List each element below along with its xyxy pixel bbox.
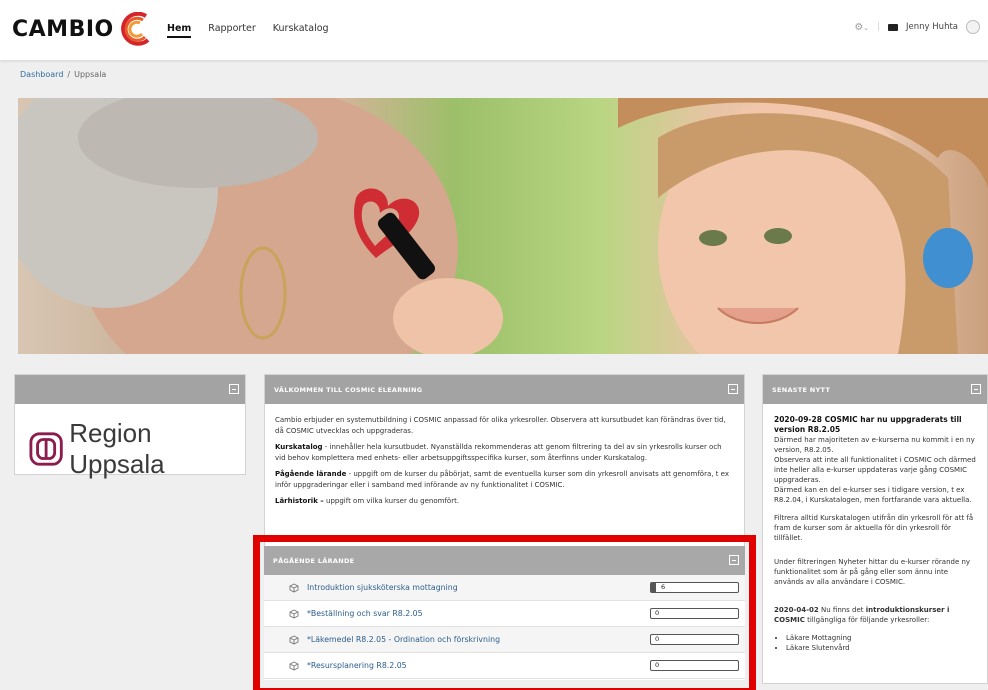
cube-icon bbox=[289, 583, 299, 593]
region-name: Region Uppsala bbox=[69, 418, 165, 479]
news-body: 2020-09-28 COSMIC har nu uppgraderats ti… bbox=[763, 404, 987, 653]
news-text: Därmed kan en del e-kurser ses i tidigar… bbox=[774, 486, 972, 504]
news-text: tillgängliga för följande yrkesroller: bbox=[804, 616, 930, 624]
ongoing-learning-header: PÅGÅENDE LÄRANDE bbox=[264, 546, 745, 575]
bold-term: Kurskatalog bbox=[275, 443, 323, 451]
ongoing-learning-block: PÅGÅENDE LÄRANDE Introduktion sjuksköter… bbox=[264, 546, 745, 680]
paragraph-text: uppgift om vilka kurser du genomfört. bbox=[323, 497, 460, 505]
welcome-paragraph: Lärhistorik – uppgift om vilka kurser du… bbox=[275, 496, 734, 507]
news-text: Därmed har majoriteten av e-kurserna nu … bbox=[774, 436, 975, 454]
logo-text: CAMBIO bbox=[12, 16, 114, 42]
cube-icon bbox=[289, 635, 299, 645]
bold-term: Lärhistorik – bbox=[275, 497, 324, 505]
list-item: Läkare Slutenvård bbox=[786, 643, 977, 653]
avatar[interactable] bbox=[966, 20, 980, 34]
collapse-icon[interactable] bbox=[728, 384, 738, 394]
course-link[interactable]: Introduktion sjuksköterska mottagning bbox=[307, 583, 458, 592]
progress-value: 0 bbox=[655, 635, 660, 643]
welcome-paragraph: Pågående lärande - uppgift om de kurser … bbox=[275, 469, 734, 491]
course-list: Introduktion sjuksköterska mottagning 6 … bbox=[264, 575, 745, 679]
divider: | bbox=[877, 22, 881, 32]
region-block: Region Uppsala bbox=[14, 374, 246, 479]
hero-illustration bbox=[18, 98, 988, 354]
course-link[interactable]: *Resursplanering R8.2.05 bbox=[307, 661, 407, 670]
news-block-header: SENASTE NYTT bbox=[763, 375, 987, 404]
user-menu-area: ⚙⌄ | Jenny Huhta bbox=[854, 20, 980, 34]
paragraph-text: - innehåller hela kursutbudet. Nyanställ… bbox=[275, 443, 722, 462]
collapse-icon[interactable] bbox=[229, 384, 239, 394]
cube-icon bbox=[289, 609, 299, 619]
course-row: *Beställning och svar R8.2.05 0 bbox=[264, 601, 745, 627]
progress-value: 6 bbox=[661, 583, 666, 591]
news-block: SENASTE NYTT 2020-09-28 COSMIC har nu up… bbox=[762, 374, 988, 684]
news-title: SENASTE NYTT bbox=[772, 385, 831, 394]
welcome-title: VÄLKOMMEN TILL COSMIC ELEARNING bbox=[274, 385, 423, 394]
news-date: 2020-04-02 bbox=[774, 606, 819, 614]
news-text: Observera att inte all funktionalitet i … bbox=[774, 456, 976, 484]
bold-term: Pågående lärande bbox=[275, 470, 347, 478]
progress-value: 0 bbox=[655, 609, 660, 617]
welcome-intro: Cambio erbjuder en systemutbildning i CO… bbox=[275, 416, 726, 435]
collapse-icon[interactable] bbox=[971, 384, 981, 394]
progress-fill bbox=[651, 583, 657, 592]
news-text: Nu finns det bbox=[818, 606, 866, 614]
ongoing-learning-title: PÅGÅENDE LÄRANDE bbox=[273, 556, 355, 565]
mail-icon[interactable] bbox=[888, 23, 899, 31]
breadcrumb-dashboard[interactable]: Dashboard bbox=[20, 70, 63, 79]
nav-reports[interactable]: Rapporter bbox=[208, 23, 255, 38]
welcome-paragraph: Kurskatalog - innehåller hela kursutbude… bbox=[275, 442, 734, 464]
region-block-header bbox=[15, 375, 245, 404]
region-uppsala-emblem bbox=[29, 432, 63, 466]
course-row: *Läkemedel R8.2.05 - Ordination och förs… bbox=[264, 627, 745, 653]
news-text: Filtrera alltid Kurskatalogen utifrån di… bbox=[774, 514, 974, 542]
course-row: Introduktion sjuksköterska mottagning 6 bbox=[264, 575, 745, 601]
course-link[interactable]: *Beställning och svar R8.2.05 bbox=[307, 609, 423, 618]
welcome-body: Cambio erbjuder en systemutbildning i CO… bbox=[265, 404, 744, 507]
cambio-logo[interactable]: CAMBIO bbox=[12, 11, 154, 47]
news-text: Under filtreringen Nyheter hittar du e-k… bbox=[774, 558, 971, 586]
user-name[interactable]: Jenny Huhta bbox=[906, 22, 958, 32]
role-list: Läkare Mottagning Läkare Slutenvård bbox=[786, 633, 977, 653]
main-nav: Hem Rapporter Kurskatalog bbox=[167, 23, 329, 38]
course-link[interactable]: *Läkemedel R8.2.05 - Ordination och förs… bbox=[307, 635, 500, 644]
hero-image bbox=[18, 98, 988, 354]
collapse-icon[interactable] bbox=[729, 555, 739, 565]
news-item: 2020-04-02 Nu finns det introduktionskur… bbox=[774, 605, 977, 625]
news-item: 2020-09-28 COSMIC har nu uppgraderats ti… bbox=[774, 415, 977, 505]
breadcrumb-separator: / bbox=[67, 70, 71, 79]
breadcrumb-current: Uppsala bbox=[74, 70, 107, 79]
progress-value: 0 bbox=[655, 661, 660, 669]
top-navbar: CAMBIO Hem Rapporter Kurskatalog ⚙⌄ | Je… bbox=[0, 0, 988, 60]
progress-bar: 6 bbox=[650, 582, 739, 593]
news-item-title: 2020-09-28 COSMIC har nu uppgraderats ti… bbox=[774, 415, 962, 434]
nav-course-catalog[interactable]: Kurskatalog bbox=[273, 23, 329, 38]
chevron-down-icon: ⌄ bbox=[863, 23, 870, 32]
progress-bar: 0 bbox=[650, 634, 739, 645]
gear-icon[interactable]: ⚙⌄ bbox=[854, 22, 869, 33]
list-item: Läkare Mottagning bbox=[786, 633, 977, 643]
cambio-logo-mark bbox=[120, 12, 150, 46]
region-uppsala-logo: Region Uppsala bbox=[29, 418, 245, 480]
cube-icon bbox=[289, 661, 299, 671]
progress-bar: 0 bbox=[650, 660, 739, 671]
nav-home[interactable]: Hem bbox=[167, 23, 192, 38]
progress-bar: 0 bbox=[650, 608, 739, 619]
course-row: *Resursplanering R8.2.05 0 bbox=[264, 653, 745, 679]
breadcrumb: Dashboard / Uppsala bbox=[20, 70, 106, 79]
welcome-block-header: VÄLKOMMEN TILL COSMIC ELEARNING bbox=[265, 375, 744, 404]
